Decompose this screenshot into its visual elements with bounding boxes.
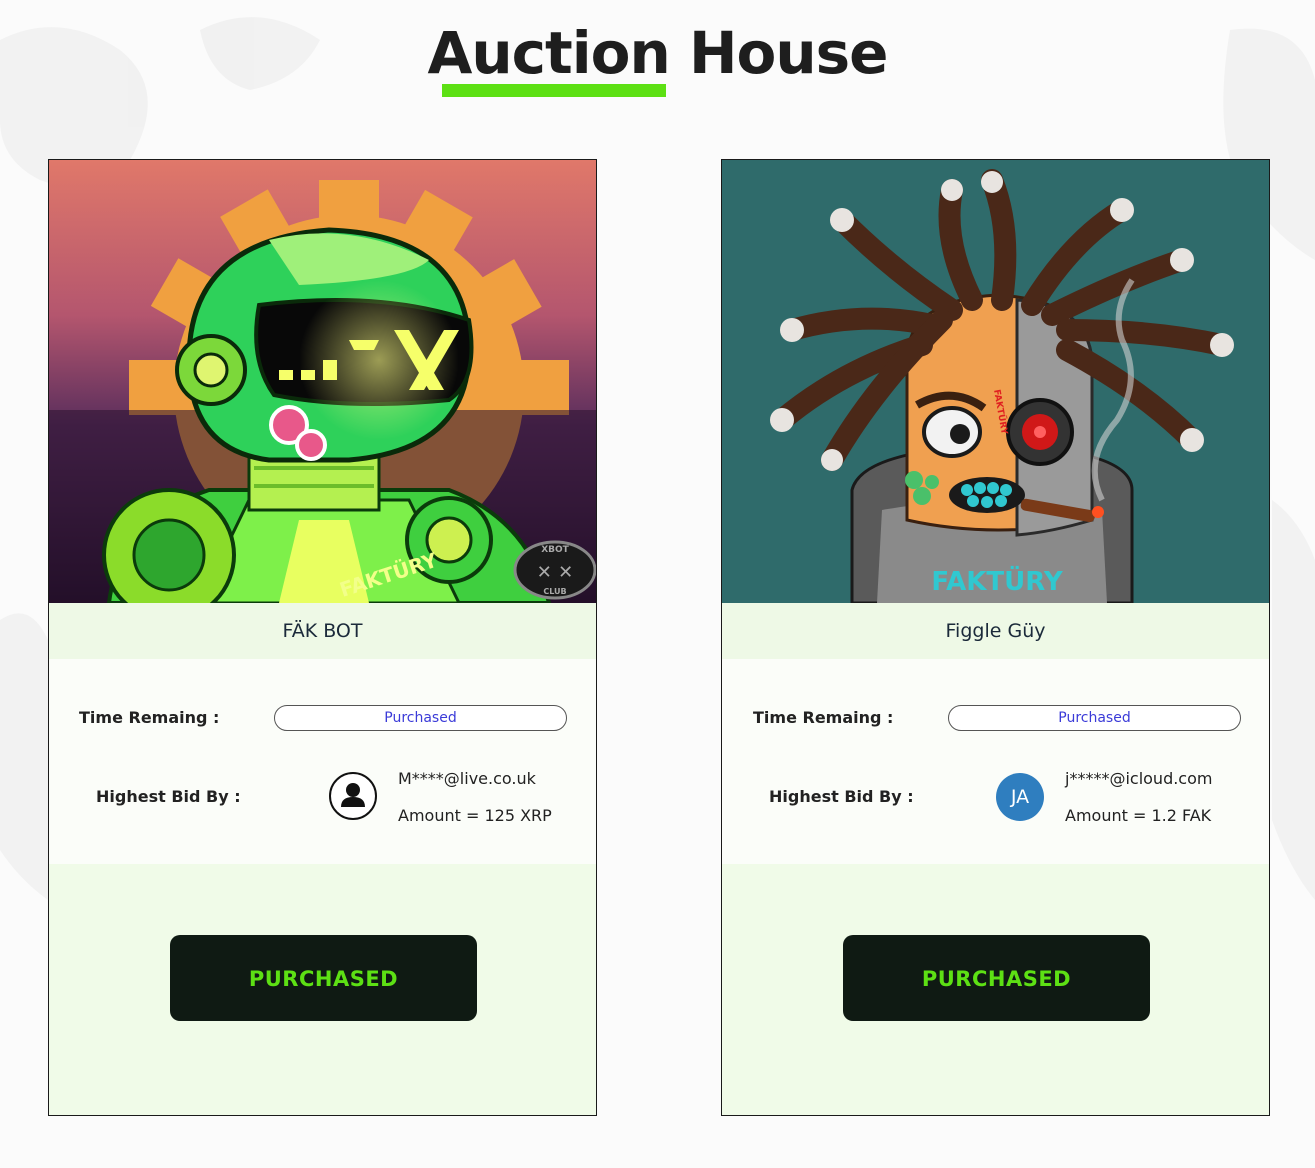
bid-info-panel: Time Remaing : Purchased Highest Bid By … <box>722 659 1269 864</box>
svg-text:XBOT: XBOT <box>541 545 569 555</box>
purchased-button[interactable]: PURCHASED <box>843 935 1150 1021</box>
xbot-club-logo: XBOT ✕ ✕ CLUB <box>513 540 596 600</box>
highest-bid-label: Highest Bid By : <box>96 787 241 806</box>
bidder-avatar: JA <box>996 773 1044 821</box>
nft-image-figgle-guy[interactable]: FAKTÜRY FAKTÜRY <box>722 160 1270 603</box>
auction-card-figgle-guy: FAKTÜRY FAKTÜRY Figgle Güy Time Remaing … <box>721 159 1270 1116</box>
page-title: Auction House <box>0 18 1315 97</box>
svg-text:✕ ✕: ✕ ✕ <box>537 562 573 583</box>
nft-image-fak-bot[interactable]: FAKTÜRY XBOT ✕ ✕ CLUB <box>49 160 597 603</box>
bidder-email: M****@live.co.uk <box>398 769 536 788</box>
bid-amount: Amount = 1.2 FAK <box>1065 806 1212 825</box>
art-brand-text: FAKTÜRY <box>931 564 1063 597</box>
time-remaining-status: Purchased <box>948 705 1241 731</box>
purchased-button[interactable]: PURCHASED <box>170 935 477 1021</box>
time-remaining-label: Time Remaing : <box>753 708 894 727</box>
bidder-avatar <box>329 772 377 820</box>
highest-bid-label: Highest Bid By : <box>769 787 914 806</box>
user-icon <box>341 783 365 807</box>
item-name: Figgle Güy <box>722 603 1269 659</box>
item-name: FÄK BOT <box>49 603 596 659</box>
time-remaining-status: Purchased <box>274 705 567 731</box>
auction-card-fak-bot: FAKTÜRY XBOT ✕ ✕ CLUB FÄK BOT Time Remai… <box>48 159 597 1116</box>
bid-info-panel: Time Remaing : Purchased Highest Bid By … <box>49 659 596 864</box>
bid-amount: Amount = 125 XRP <box>398 806 552 825</box>
time-remaining-label: Time Remaing : <box>79 708 220 727</box>
svg-text:CLUB: CLUB <box>543 587 566 596</box>
bidder-email: j*****@icloud.com <box>1065 769 1213 788</box>
title-word-2: House <box>669 19 889 87</box>
title-word-1: Auction <box>427 19 670 87</box>
